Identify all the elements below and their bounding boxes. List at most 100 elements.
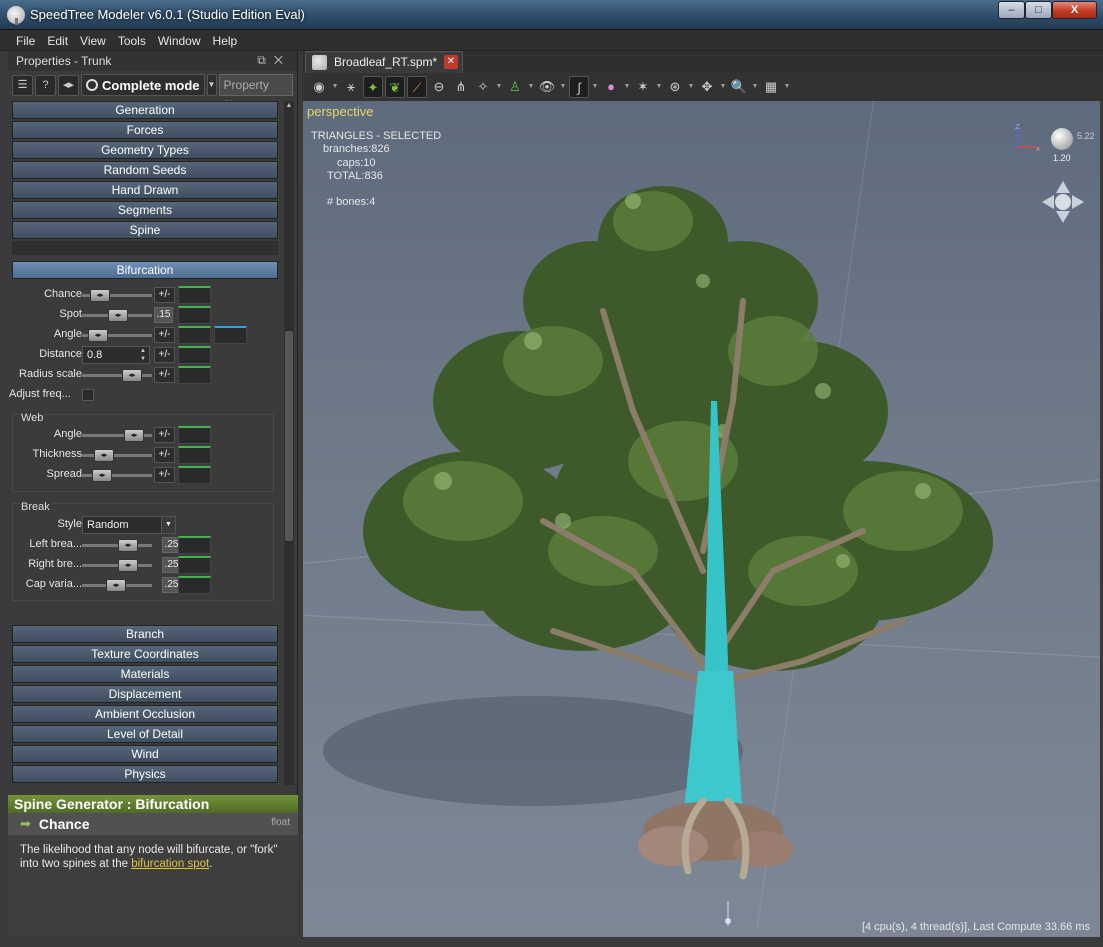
menu-window[interactable]: Window: [152, 30, 207, 50]
section-displacement[interactable]: Displacement: [12, 685, 278, 703]
section-geometry-types[interactable]: Geometry Types: [12, 141, 278, 159]
web-spread-variance-button[interactable]: +/-: [154, 467, 175, 483]
dropdown-icon[interactable]: ▼: [751, 76, 759, 98]
dropdown-icon[interactable]: ▼: [331, 76, 339, 98]
help-cursor-icon[interactable]: ?: [35, 74, 56, 96]
web-angle-curve-button[interactable]: [178, 426, 211, 444]
menu-view[interactable]: View: [74, 30, 112, 50]
menu-file[interactable]: File: [10, 30, 41, 50]
layout-icon[interactable]: ▦: [761, 76, 781, 98]
distance-curve-button[interactable]: [178, 346, 211, 364]
dropdown-icon[interactable]: ▼: [623, 76, 631, 98]
web-spread-slider[interactable]: ◂▸: [82, 469, 152, 482]
dropdown-icon[interactable]: ▼: [783, 76, 791, 98]
dropdown-icon[interactable]: ▼: [559, 76, 567, 98]
angle-slider[interactable]: ◂▸: [82, 329, 152, 342]
web-thickness-slider[interactable]: ◂▸: [82, 449, 152, 462]
chance-curve-button[interactable]: [178, 286, 211, 304]
frond-icon[interactable]: ❦: [385, 76, 405, 98]
section-hand-drawn[interactable]: Hand Drawn: [12, 181, 278, 199]
bifurcation-spot-link[interactable]: bifurcation spot: [131, 858, 209, 870]
wind-icon[interactable]: ⊛: [665, 76, 685, 98]
undock-icon[interactable]: ⧉: [257, 53, 274, 67]
section-physics[interactable]: Physics: [12, 765, 278, 783]
figure-icon[interactable]: ♙: [505, 76, 525, 98]
menu-edit[interactable]: Edit: [41, 30, 74, 50]
slider-knob[interactable]: ◂▸: [90, 289, 110, 302]
web-thickness-curve-button[interactable]: [178, 446, 211, 464]
cap-variance-slider[interactable]: ◂▸: [82, 579, 152, 592]
slider-knob[interactable]: ◂▸: [118, 559, 138, 572]
close-panel-icon[interactable]: ✕: [274, 53, 291, 67]
zoom-ball-icon[interactable]: [1051, 128, 1073, 150]
scroll-up-icon[interactable]: ▲: [284, 101, 294, 111]
properties-scrollbar[interactable]: ▲: [284, 101, 294, 785]
light-icon[interactable]: ●: [601, 76, 621, 98]
dropdown-icon[interactable]: ▼: [527, 76, 535, 98]
3d-viewport[interactable]: perspective TRIANGLES - SELECTED branche…: [303, 101, 1100, 937]
web-thickness-variance-button[interactable]: +/-: [154, 447, 175, 463]
cap-variance-curve-button[interactable]: [178, 576, 211, 594]
close-tab-icon[interactable]: ✕: [444, 55, 458, 69]
radius-scale-slider[interactable]: ◂▸: [82, 369, 152, 382]
chevron-down-icon[interactable]: ▼: [161, 517, 175, 533]
section-generation[interactable]: Generation: [12, 101, 278, 119]
maximize-button[interactable]: □: [1025, 1, 1052, 19]
pan-control-icon[interactable]: [1040, 179, 1086, 225]
viewport-mode-label[interactable]: perspective: [307, 104, 373, 119]
leaf-icon[interactable]: ✦: [363, 76, 383, 98]
section-random-seeds[interactable]: Random Seeds: [12, 161, 278, 179]
move-icon[interactable]: ✥: [697, 76, 717, 98]
radius-scale-variance-button[interactable]: +/-: [154, 367, 175, 383]
document-tab[interactable]: Broadleaf_RT.spm* ✕: [305, 51, 463, 73]
expand-collapse-icon[interactable]: ◂▸: [58, 74, 79, 96]
adjust-frequency-checkbox[interactable]: [82, 389, 94, 401]
menu-tools[interactable]: Tools: [112, 30, 152, 50]
slider-knob[interactable]: ◂▸: [118, 539, 138, 552]
section-level-of-detail[interactable]: Level of Detail: [12, 725, 278, 743]
slider-knob[interactable]: ◂▸: [124, 429, 144, 442]
spot-curve-button[interactable]: [178, 306, 211, 324]
chance-slider[interactable]: ◂▸: [82, 289, 152, 302]
property-filter-input[interactable]: Property filter: [218, 74, 293, 112]
menu-help[interactable]: Help: [207, 30, 244, 50]
mesh-icon[interactable]: ⊖: [429, 76, 449, 98]
mode-dropdown-button[interactable]: ▼: [206, 74, 217, 96]
slider-knob[interactable]: ◂▸: [108, 309, 128, 322]
zoom-control[interactable]: 1.20 5.22: [1049, 123, 1095, 163]
slider-knob[interactable]: ◂▸: [106, 579, 126, 592]
branch-draw-icon[interactable]: ⟋: [407, 76, 427, 98]
left-break-curve-button[interactable]: [178, 536, 211, 554]
section-ambient-occlusion[interactable]: Ambient Occlusion: [12, 705, 278, 723]
web-angle-slider[interactable]: ◂▸: [82, 429, 152, 442]
section-forces[interactable]: Forces: [12, 121, 278, 139]
minimize-button[interactable]: –: [998, 1, 1025, 19]
angle-curve-button[interactable]: [178, 326, 211, 344]
left-break-slider[interactable]: ◂▸: [82, 539, 152, 552]
section-texture-coordinates[interactable]: Texture Coordinates: [12, 645, 278, 663]
slider-knob[interactable]: ◂▸: [94, 449, 114, 462]
spot-slider[interactable]: ◂▸: [82, 309, 152, 322]
chance-variance-button[interactable]: +/-: [154, 287, 175, 303]
slider-knob[interactable]: ◂▸: [122, 369, 142, 382]
dropdown-icon[interactable]: ▼: [719, 76, 727, 98]
right-break-slider[interactable]: ◂▸: [82, 559, 152, 572]
web-angle-variance-button[interactable]: +/-: [154, 427, 175, 443]
slider-knob[interactable]: ◂▸: [88, 329, 108, 342]
section-spine[interactable]: Spine: [12, 221, 278, 239]
dropdown-icon[interactable]: ▼: [591, 76, 599, 98]
magnify-icon[interactable]: 🔍: [729, 76, 749, 98]
radius-scale-curve-button[interactable]: [178, 366, 211, 384]
section-branch[interactable]: Branch: [12, 625, 278, 643]
slider-knob[interactable]: ◂▸: [92, 469, 112, 482]
scrollbar-thumb[interactable]: [285, 331, 293, 541]
web-spread-curve-button[interactable]: [178, 466, 211, 484]
close-button[interactable]: X: [1052, 1, 1097, 19]
right-break-curve-button[interactable]: [178, 556, 211, 574]
curve-tool-icon[interactable]: ∫: [569, 76, 589, 98]
dropdown-icon[interactable]: ▼: [655, 76, 663, 98]
break-style-select[interactable]: Random ▼: [82, 516, 176, 534]
section-materials[interactable]: Materials: [12, 665, 278, 683]
distance-spinner[interactable]: ▲ ▼: [140, 347, 146, 363]
angle-curve-secondary-button[interactable]: [214, 326, 247, 344]
